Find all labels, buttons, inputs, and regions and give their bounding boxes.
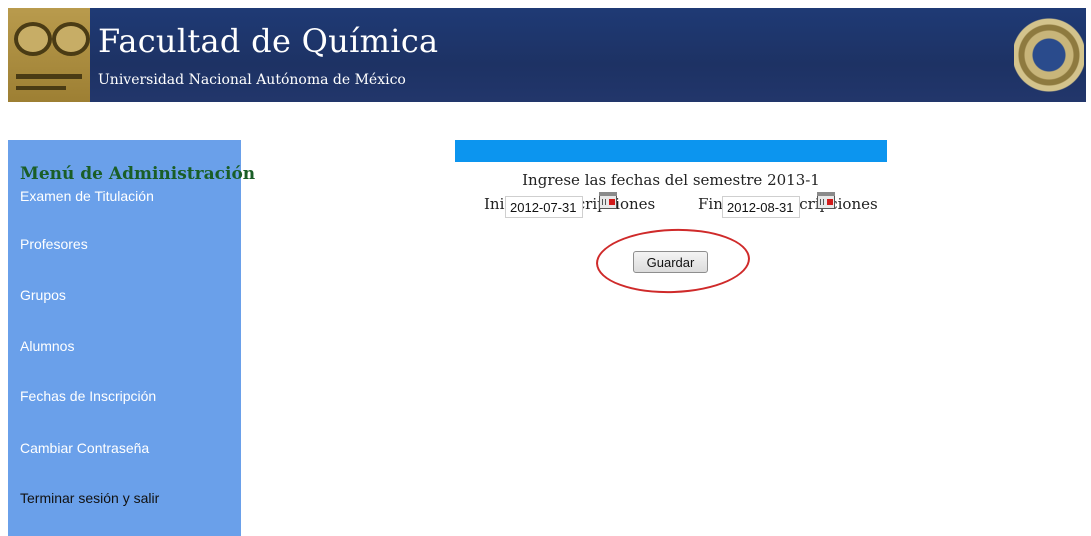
calendar-icon[interactable] <box>599 192 617 209</box>
calendar-icon[interactable] <box>817 192 835 209</box>
sidebar-item-logout[interactable]: Terminar sesión y salir <box>20 490 159 506</box>
logo-lens-right <box>52 22 90 56</box>
sidebar-item-fechas-inscripcion[interactable]: Fechas de Inscripción <box>20 388 156 404</box>
faculty-logo <box>8 8 90 102</box>
unam-seal-icon <box>1014 12 1084 98</box>
section-header-bar <box>455 140 887 162</box>
sidebar-item-profesores[interactable]: Profesores <box>20 236 88 252</box>
form-instruction: Ingrese las fechas del semestre 2013-1 <box>522 171 820 189</box>
sidebar-item-cambiar-contrasena[interactable]: Cambiar Contraseña <box>20 440 149 456</box>
sidebar-menu: Menú de Administración Examen de Titulac… <box>8 140 255 536</box>
sidebar-item-examen-titulacion[interactable]: Examen de Titulación <box>20 188 154 204</box>
header-banner: Facultad de Química Universidad Nacional… <box>8 8 1086 102</box>
page-subtitle: Universidad Nacional Autónoma de México <box>98 72 406 88</box>
sidebar-title: Menú de Administración <box>20 164 256 184</box>
page-title: Facultad de Química <box>98 22 439 60</box>
end-date-input[interactable] <box>722 196 800 218</box>
start-date-input[interactable] <box>505 196 583 218</box>
save-button[interactable]: Guardar <box>633 251 708 273</box>
logo-bar-lower <box>16 86 66 90</box>
sidebar-item-grupos[interactable]: Grupos <box>20 287 66 303</box>
logo-lens-left <box>14 22 52 56</box>
logo-bar <box>16 74 82 79</box>
sidebar-item-alumnos[interactable]: Alumnos <box>20 338 74 354</box>
